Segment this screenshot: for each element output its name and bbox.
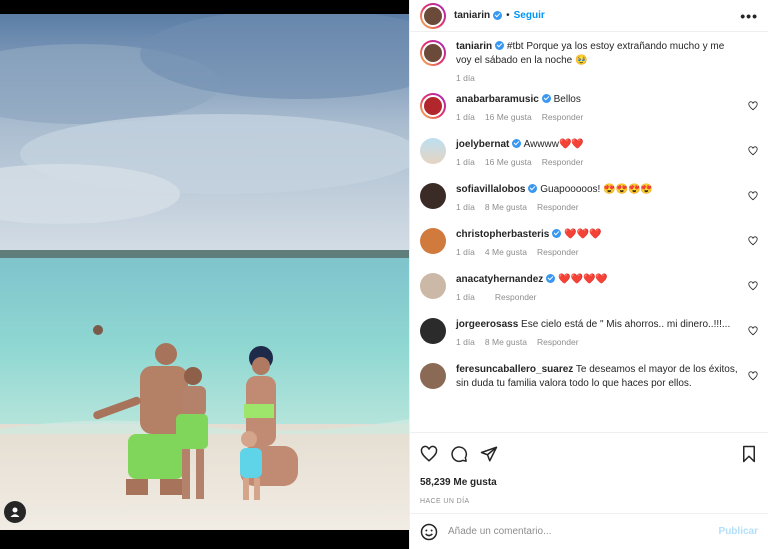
comment-text: ❤️❤️❤️❤️ (558, 274, 608, 285)
comment-text: ❤️❤️❤️ (564, 229, 602, 240)
comment-text: Guapooooos! 😍😍😍😍 (540, 184, 653, 195)
verified-icon (512, 139, 522, 148)
comment-text: Ese cielo está de " Mis ahorros.. mi din… (521, 319, 731, 330)
comment-avatar[interactable] (420, 363, 446, 389)
comment-item: jorgeerosass Ese cielo está de " Mis aho… (420, 318, 758, 347)
post-photo[interactable] (0, 14, 409, 530)
reply-button[interactable]: Responder (495, 292, 537, 302)
comments-list[interactable]: taniarin #tbt Porque ya los estoy extrañ… (410, 32, 768, 418)
author-avatar[interactable] (420, 2, 446, 29)
separator: • (506, 10, 510, 21)
emoji-icon[interactable] (420, 523, 438, 541)
comment-username[interactable]: joelybernat (456, 139, 509, 150)
follow-button[interactable]: Seguir (514, 10, 545, 21)
comment-avatar[interactable] (420, 273, 446, 299)
comment-time: 1 día (456, 112, 475, 122)
post-actions: 58,239 Me gusta Hace un día (410, 432, 768, 505)
comment-username[interactable]: anabarbaramusic (456, 94, 539, 105)
heart-icon[interactable] (748, 191, 758, 201)
publish-button[interactable]: Publicar (719, 526, 758, 537)
comment-avatar[interactable] (420, 93, 446, 119)
more-icon[interactable]: ••• (740, 8, 758, 24)
user-tag-icon[interactable] (4, 501, 26, 523)
comment-avatar[interactable] (420, 183, 446, 209)
author-username[interactable]: taniarin (454, 10, 490, 21)
comment-time: 1 día (456, 157, 475, 167)
comment-time: 1 día (456, 337, 475, 347)
comment-item: joelybernat Awwww❤️❤️ 1 día 16 Me gusta Re… (420, 138, 758, 167)
comment-time: 1 día (456, 202, 475, 212)
heart-icon[interactable] (748, 236, 758, 246)
heart-icon[interactable] (748, 146, 758, 156)
posted-time: Hace un día (420, 498, 470, 505)
comment-time: 1 día (456, 247, 475, 257)
comment-item: christopherbasteris ❤️❤️❤️ 1 día 4 Me gus… (420, 228, 758, 257)
comment-username[interactable]: feresuncaballero_suarez (456, 364, 573, 375)
caption-avatar[interactable] (420, 40, 446, 66)
comment-input[interactable] (448, 526, 719, 537)
verified-icon (552, 229, 562, 238)
reply-button[interactable]: Responder (537, 247, 579, 257)
reply-button[interactable]: Responder (542, 112, 584, 122)
comment-item: anacatyhernandez ❤️❤️❤️❤️ 1 día Responder (420, 273, 758, 302)
post-sidebar: taniarin • Seguir ••• taniarin #tbt Porq… (409, 0, 768, 549)
comment-item: anabarbaramusic Bellos 1 día 16 Me gusta R… (420, 93, 758, 122)
comment-item: sofiavillalobos Guapooooos! 😍😍😍😍 1 día 8 … (420, 183, 758, 212)
comment-username[interactable]: jorgeerosass (456, 319, 518, 330)
verified-icon (528, 184, 538, 193)
comment-likes[interactable]: 4 Me gusta (485, 247, 527, 257)
comment-likes[interactable]: 16 Me gusta (485, 112, 532, 122)
add-comment-bar: Publicar (410, 513, 768, 549)
comment-item: feresuncaballero_suarez Te deseamos el m… (420, 363, 758, 391)
comment-username[interactable]: anacatyhernandez (456, 274, 543, 285)
like-count[interactable]: 58,239 Me gusta (420, 477, 758, 488)
comment-avatar[interactable] (420, 138, 446, 164)
comment-text: Awwww❤️❤️ (523, 139, 584, 150)
comment-likes[interactable]: 8 Me gusta (485, 202, 527, 212)
verified-icon (493, 11, 503, 20)
verified-icon (495, 41, 505, 50)
heart-icon[interactable] (748, 326, 758, 336)
verified-icon (546, 274, 556, 283)
comment-username[interactable]: sofiavillalobos (456, 184, 525, 195)
bookmark-icon[interactable] (740, 445, 758, 463)
comment-text: Bellos (553, 94, 581, 105)
post-header: taniarin • Seguir ••• (410, 0, 768, 32)
heart-icon[interactable] (748, 371, 758, 381)
comment-username[interactable]: christopherbasteris (456, 229, 549, 240)
comment-time: 1 día (456, 292, 475, 302)
comment-avatar[interactable] (420, 318, 446, 344)
heart-icon[interactable] (420, 445, 438, 463)
caption: taniarin #tbt Porque ya los estoy extrañ… (420, 40, 758, 83)
caption-time: 1 día (456, 73, 475, 83)
heart-icon[interactable] (748, 101, 758, 111)
comment-avatar[interactable] (420, 228, 446, 254)
verified-icon (541, 94, 551, 103)
photo-pane (0, 0, 409, 549)
heart-icon[interactable] (748, 281, 758, 291)
comment-likes[interactable]: 16 Me gusta (485, 157, 532, 167)
comment-likes[interactable]: 8 Me gusta (485, 337, 527, 347)
comment-icon[interactable] (450, 445, 468, 463)
caption-username[interactable]: taniarin (456, 41, 492, 52)
reply-button[interactable]: Responder (537, 337, 579, 347)
reply-button[interactable]: Responder (542, 157, 584, 167)
reply-button[interactable]: Responder (537, 202, 579, 212)
share-icon[interactable] (480, 445, 498, 463)
